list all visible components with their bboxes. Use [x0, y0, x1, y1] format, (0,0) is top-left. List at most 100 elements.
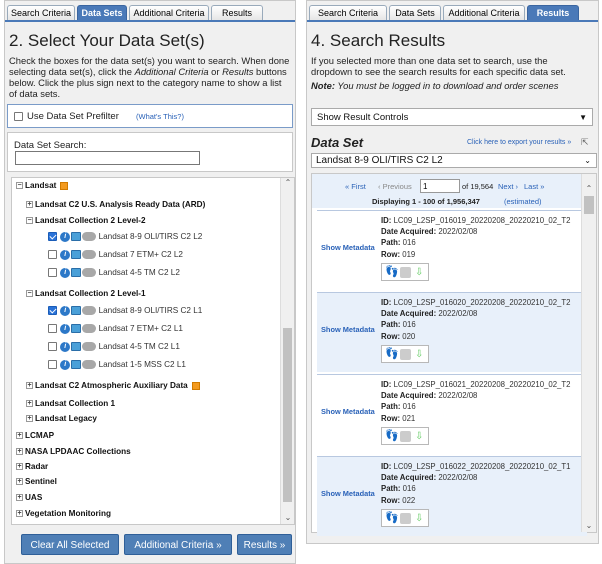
additional-criteria-button[interactable]: Additional Criteria » — [124, 534, 232, 555]
dataset-item[interactable]: i Landsat 1-5 MSS C2 L1 — [48, 359, 186, 371]
map-icon[interactable] — [71, 324, 82, 334]
tab-search-criteria[interactable]: Search Criteria — [7, 5, 75, 21]
export-icon[interactable]: ⇱ — [581, 137, 589, 148]
scroll-up-icon[interactable]: ⌃ — [283, 178, 293, 187]
dataset-checkbox[interactable] — [48, 360, 57, 370]
tree-scrollbar[interactable]: ⌃ ⌄ — [280, 178, 294, 524]
dataset-select[interactable]: Landsat 8-9 OLI/TIRS C2 L2 ⌄ — [311, 153, 597, 168]
expand-icon[interactable]: + — [16, 494, 23, 502]
overlay-icon[interactable] — [400, 513, 411, 524]
export-results-link[interactable]: Click here to export your results » — [467, 139, 571, 146]
whats-this-link[interactable]: (What's This?) — [136, 112, 184, 121]
info-icon[interactable]: i — [60, 249, 71, 260]
map-icon[interactable] — [71, 268, 82, 278]
first-page-link[interactable]: « First — [345, 182, 366, 191]
cloud-icon[interactable] — [82, 342, 97, 352]
cloud-icon[interactable] — [82, 268, 97, 278]
dataset-checkbox[interactable] — [48, 342, 57, 352]
footprint-icon[interactable]: 👣 — [385, 431, 399, 442]
info-icon[interactable]: i — [60, 267, 71, 278]
cloud-icon[interactable] — [82, 306, 97, 316]
info-icon[interactable]: i — [60, 359, 71, 370]
tab-additional-criteria[interactable]: Additional Criteria — [129, 5, 209, 21]
expand-icon[interactable]: + — [16, 432, 23, 440]
results-scrollbar[interactable]: ⌃ ⌄ — [581, 174, 596, 532]
expand-icon[interactable]: + — [16, 463, 23, 471]
download-icon[interactable]: ⇩ — [415, 349, 426, 360]
tab-data-sets[interactable]: Data Sets — [389, 5, 441, 21]
tree-node-ard[interactable]: + Landsat C2 U.S. Analysis Ready Data (AR… — [26, 199, 205, 211]
dataset-item[interactable]: i Landsat 7 ETM+ C2 L1 — [48, 323, 183, 335]
scroll-thumb[interactable] — [584, 196, 594, 214]
download-icon[interactable]: ⇩ — [415, 431, 426, 442]
tree-node-lpdaac[interactable]: + NASA LPDAAC Collections — [16, 446, 131, 458]
expand-icon[interactable]: + — [26, 400, 33, 408]
overlay-icon[interactable] — [400, 349, 411, 360]
download-icon[interactable]: ⇩ — [415, 267, 426, 278]
info-badge-icon[interactable] — [191, 381, 200, 390]
collapse-icon[interactable]: − — [16, 182, 23, 190]
show-metadata-link[interactable]: Show Metadata — [321, 407, 375, 416]
map-icon[interactable] — [71, 232, 82, 242]
tree-node-aux[interactable]: + Landsat C2 Atmospheric Auxiliary Data — [26, 380, 200, 392]
dataset-item[interactable]: i Landsat 8-9 OLI/TIRS C2 L1 — [48, 305, 202, 317]
cloud-icon[interactable] — [82, 360, 97, 370]
info-icon[interactable]: i — [60, 323, 71, 334]
scroll-down-icon[interactable]: ⌄ — [584, 521, 594, 530]
scroll-thumb[interactable] — [283, 328, 292, 502]
last-page-link[interactable]: Last » — [524, 182, 544, 191]
tab-additional-criteria[interactable]: Additional Criteria — [443, 5, 525, 21]
footprint-icon[interactable]: 👣 — [385, 349, 399, 360]
info-icon[interactable]: i — [60, 231, 71, 242]
cloud-icon[interactable] — [82, 324, 97, 334]
info-icon[interactable]: i — [60, 305, 71, 316]
tree-node-legacy[interactable]: + Landsat Legacy — [26, 413, 97, 425]
previous-page-link[interactable]: ‹ Previous — [378, 182, 412, 191]
download-icon[interactable]: ⇩ — [415, 513, 426, 524]
page-number-input[interactable] — [420, 179, 460, 193]
expand-icon[interactable]: + — [26, 201, 33, 209]
show-metadata-link[interactable]: Show Metadata — [321, 243, 375, 252]
tab-search-criteria[interactable]: Search Criteria — [309, 5, 387, 21]
overlay-icon[interactable] — [400, 431, 411, 442]
overlay-icon[interactable] — [400, 267, 411, 278]
expand-icon[interactable]: + — [16, 478, 23, 486]
expand-icon[interactable]: + — [16, 448, 23, 456]
dataset-item[interactable]: i Landsat 4-5 TM C2 L2 — [48, 267, 180, 279]
expand-icon[interactable]: + — [16, 510, 23, 518]
expand-icon[interactable]: + — [26, 382, 33, 390]
show-metadata-link[interactable]: Show Metadata — [321, 325, 375, 334]
tree-node-uas[interactable]: + UAS — [16, 492, 42, 504]
expand-icon[interactable]: + — [26, 415, 33, 423]
tree-node-landsat[interactable]: − Landsat — [16, 180, 69, 192]
collapse-icon[interactable]: − — [26, 290, 33, 298]
dataset-checkbox[interactable] — [48, 306, 57, 316]
tab-results[interactable]: Results — [527, 5, 579, 21]
dataset-item[interactable]: i Landsat 7 ETM+ C2 L2 — [48, 249, 183, 261]
dataset-checkbox[interactable] — [48, 324, 57, 334]
tree-node-vegetation[interactable]: + Vegetation Monitoring — [16, 508, 111, 520]
collapse-icon[interactable]: − — [26, 217, 33, 225]
map-icon[interactable] — [71, 360, 82, 370]
tree-node-c2l2[interactable]: − Landsat Collection 2 Level-2 — [26, 215, 146, 227]
results-button[interactable]: Results » — [237, 534, 292, 555]
dataset-item[interactable]: i Landsat 8-9 OLI/TIRS C2 L2 — [48, 231, 202, 243]
map-icon[interactable] — [71, 342, 82, 352]
dataset-checkbox[interactable] — [48, 268, 57, 278]
tree-node-radar[interactable]: + Radar — [16, 461, 48, 473]
show-metadata-link[interactable]: Show Metadata — [321, 489, 375, 498]
cloud-icon[interactable] — [82, 250, 97, 260]
tree-node-c2l1[interactable]: − Landsat Collection 2 Level-1 — [26, 288, 146, 300]
tree-node-c1[interactable]: + Landsat Collection 1 — [26, 398, 115, 410]
map-icon[interactable] — [71, 306, 82, 316]
dataset-search-input[interactable] — [15, 151, 200, 165]
dataset-checkbox[interactable] — [48, 250, 57, 260]
tree-node-lcmap[interactable]: + LCMAP — [16, 430, 54, 442]
scroll-down-icon[interactable]: ⌄ — [283, 513, 293, 522]
footprint-icon[interactable]: 👣 — [385, 267, 399, 278]
next-page-link[interactable]: Next › — [498, 182, 518, 191]
dataset-checkbox[interactable] — [48, 232, 57, 242]
tab-results[interactable]: Results — [211, 5, 263, 21]
tab-data-sets[interactable]: Data Sets — [77, 5, 127, 21]
info-badge-icon[interactable] — [60, 181, 69, 190]
